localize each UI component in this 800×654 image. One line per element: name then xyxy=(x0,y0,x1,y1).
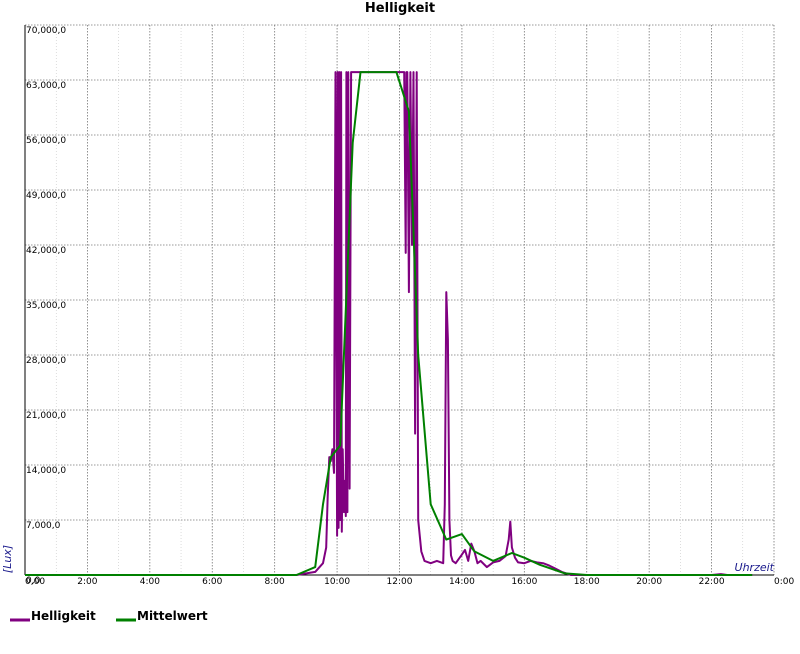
x-tick-label: 16:00 xyxy=(511,577,537,587)
x-tick-label: 22:00 xyxy=(699,577,725,587)
y-axis-label: [Lux] xyxy=(1,545,14,573)
legend-label-mittelwert: Mittelwert xyxy=(137,609,208,623)
y-tick-label: 49,000,0 xyxy=(26,191,66,201)
y-tick-label: 35,000,0 xyxy=(26,301,66,311)
x-tick-labels: 0,00 2:00 4:00 6:00 8:00 10:00 12:00 14:00 16:00… xyxy=(25,577,794,587)
y-tick-label: 70,000,0 xyxy=(26,26,66,36)
chart-svg: Helligkeit 0,07,000,014,000,021,000,028,… xyxy=(1,1,794,623)
x-axis-label: Uhrzeit xyxy=(735,561,775,574)
x-tick-label: 12:00 xyxy=(387,577,413,587)
y-tick-label: 21,000,0 xyxy=(26,411,66,421)
y-tick-labels: 0,07,000,014,000,021,000,028,000,035,000… xyxy=(26,26,66,586)
y-tick-label: 28,000,0 xyxy=(26,356,66,366)
x-tick-label: 0,00 xyxy=(25,577,45,587)
x-tick-label: 8:00 xyxy=(265,577,285,587)
y-tick-label: 7,000,0 xyxy=(26,521,61,531)
series-line-helligkeit xyxy=(25,71,753,576)
x-tick-label: 4:00 xyxy=(140,577,160,587)
x-tick-label: 6:00 xyxy=(202,577,222,587)
x-tick-label: 0:00 xyxy=(774,577,794,587)
y-tick-label: 14,000,0 xyxy=(26,466,66,476)
grid-layer xyxy=(25,24,775,575)
x-tick-label: 20:00 xyxy=(636,577,662,587)
chart-title: Helligkeit xyxy=(365,1,435,16)
brightness-chart: Helligkeit 0,0 7,000,0 14,000,0 21,000,0 28,… xyxy=(0,0,800,650)
y-tick-label: 56,000,0 xyxy=(26,136,66,146)
series-layer xyxy=(25,71,753,576)
x-tick-label: 14:00 xyxy=(449,577,475,587)
x-tick-label: 2:00 xyxy=(77,577,97,587)
x-tick-label: 10:00 xyxy=(324,577,350,587)
legend-item-helligkeit: Helligkeit xyxy=(10,609,96,623)
y-tick-label: 63,000,0 xyxy=(26,81,66,91)
y-tick-label: 42,000,0 xyxy=(26,246,66,256)
legend: Helligkeit Mittelwert xyxy=(10,609,208,623)
series-line-mittelwert xyxy=(25,71,753,576)
legend-label-helligkeit: Helligkeit xyxy=(31,609,96,623)
x-tick-label: 18:00 xyxy=(574,577,600,587)
legend-item-mittelwert: Mittelwert xyxy=(116,609,208,623)
